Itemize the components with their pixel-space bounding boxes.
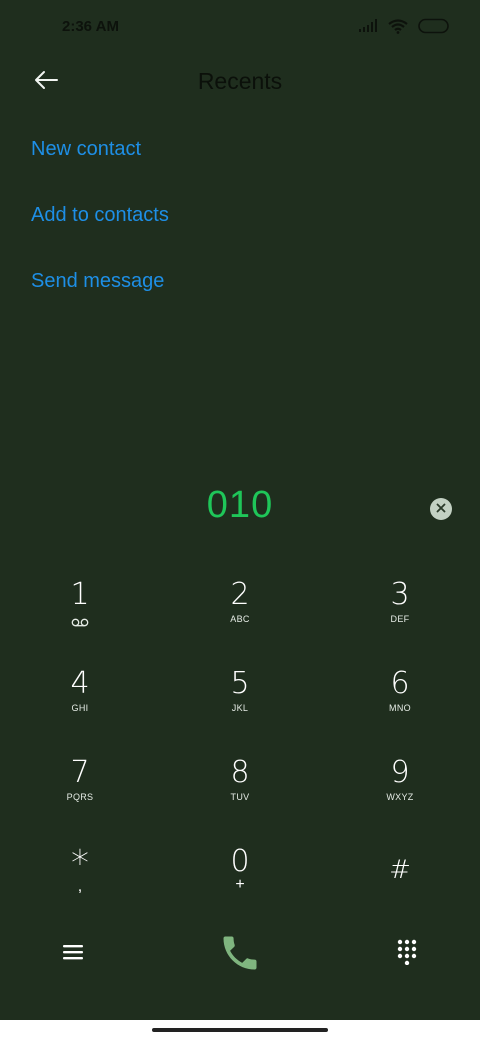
status-icons <box>358 18 450 34</box>
header: Recents <box>0 56 480 108</box>
status-time: 2:36 AM <box>62 18 119 35</box>
wifi-icon <box>388 18 408 34</box>
key-digit: # <box>389 855 411 885</box>
page-title: Recents <box>197 68 283 94</box>
send-message-link[interactable]: Send message <box>31 258 169 304</box>
add-to-contacts-link[interactable]: Add to contacts <box>31 192 169 238</box>
key-9[interactable]: 9 WXYZ <box>340 738 460 818</box>
key-letters: JKL <box>231 703 249 713</box>
key-digit: 5 <box>230 666 250 701</box>
key-letters: TUV <box>230 792 250 802</box>
key-4[interactable]: 4 GHI <box>20 649 140 729</box>
dialed-number: 010 <box>206 484 274 526</box>
key-digit: 8 <box>230 755 250 790</box>
dialpad-toggle-button[interactable] <box>392 939 422 969</box>
key-hash[interactable]: # <box>340 827 460 907</box>
key-2[interactable]: 2 ABC <box>180 560 300 640</box>
bottom-bar <box>0 925 480 985</box>
home-indicator[interactable] <box>152 1028 328 1032</box>
key-sub-symbol: + <box>235 876 245 893</box>
phone-icon <box>218 931 262 980</box>
key-6[interactable]: 6 MNO <box>340 649 460 729</box>
key-digit: 6 <box>390 666 410 701</box>
menu-icon <box>62 943 84 966</box>
key-star[interactable]: * , <box>20 827 140 907</box>
key-7[interactable]: 7 PQRS <box>20 738 140 818</box>
navigation-bar <box>0 1020 480 1040</box>
key-sub-symbol: , <box>77 878 83 895</box>
clear-button[interactable] <box>430 498 452 520</box>
key-letters: ABC <box>230 614 250 624</box>
dialer-screen: 2:36 AM Recents New contact Add to conta… <box>0 0 480 1020</box>
action-list: New contact Add to contacts Send message <box>31 126 169 324</box>
key-digit: 9 <box>390 755 410 790</box>
key-digit: 4 <box>70 666 90 701</box>
clear-icon <box>436 500 446 518</box>
key-3[interactable]: 3 DEF <box>340 560 460 640</box>
new-contact-link[interactable]: New contact <box>31 126 169 172</box>
call-button[interactable] <box>214 929 266 981</box>
key-letters: DEF <box>390 614 410 624</box>
key-digit: 1 <box>70 577 90 612</box>
key-digit: 2 <box>230 577 250 612</box>
dialpad-icon <box>397 939 417 970</box>
menu-button[interactable] <box>58 939 88 969</box>
key-digit: 7 <box>70 755 90 790</box>
key-0[interactable]: 0 + <box>180 827 300 907</box>
voicemail-icon <box>71 614 89 632</box>
battery-icon <box>418 18 450 34</box>
key-letters: PQRS <box>66 792 94 802</box>
key-digit: 0 <box>230 844 250 879</box>
status-bar: 2:36 AM <box>0 0 480 56</box>
key-8[interactable]: 8 TUV <box>180 738 300 818</box>
key-letters: WXYZ <box>386 792 414 802</box>
key-1[interactable]: 1 <box>20 560 140 640</box>
key-letters: MNO <box>389 703 411 713</box>
key-digit: 3 <box>390 577 410 612</box>
key-digit: * <box>71 843 89 884</box>
signal-icon <box>358 19 378 33</box>
key-letters: GHI <box>71 703 89 713</box>
key-5[interactable]: 5 JKL <box>180 649 300 729</box>
